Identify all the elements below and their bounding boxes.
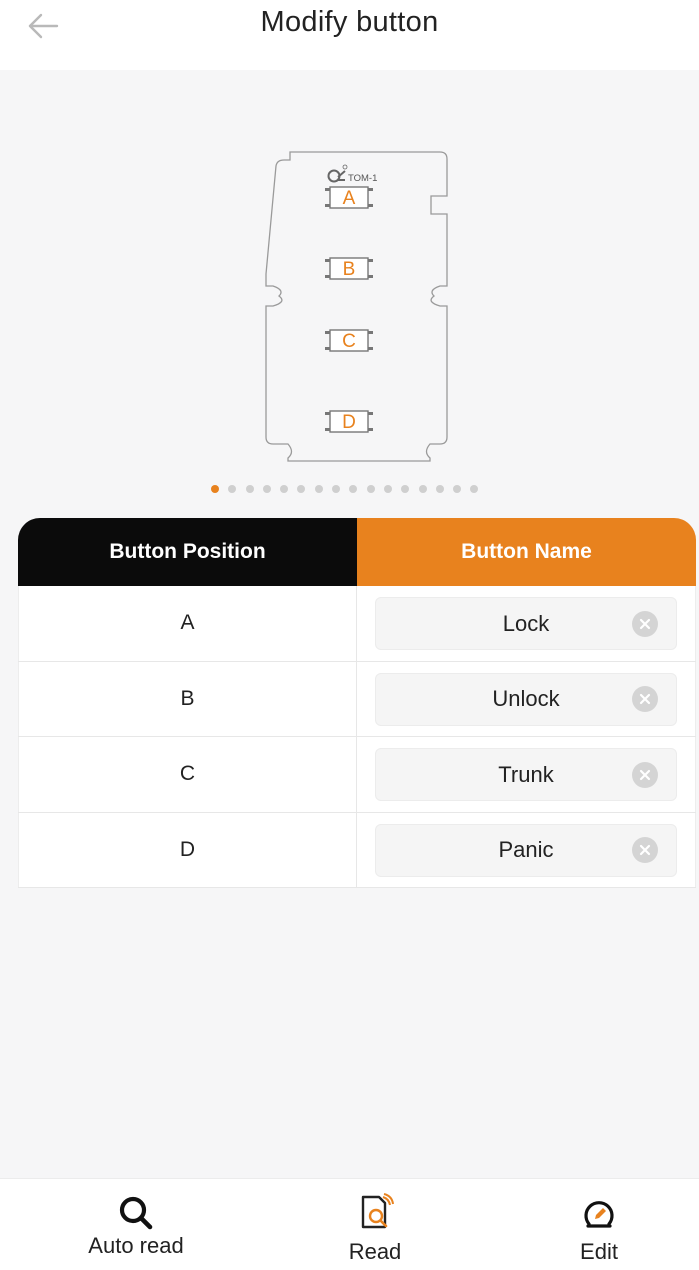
clear-circle-icon <box>639 693 651 705</box>
button-name-cell <box>357 737 696 812</box>
button-name-input[interactable] <box>376 598 676 649</box>
carousel-dot[interactable] <box>314 485 323 493</box>
button-name-cell <box>357 661 696 736</box>
button-table: Button Position Button Name A B <box>18 518 696 888</box>
carousel-dot[interactable] <box>470 485 479 493</box>
nav-read[interactable]: Read <box>305 1179 445 1270</box>
carousel-dot[interactable] <box>401 485 410 493</box>
button-name-input[interactable] <box>376 824 676 876</box>
clear-button[interactable] <box>632 761 658 788</box>
table-row: C <box>18 737 696 813</box>
key-pad-label-b: B <box>343 259 356 280</box>
edit-circle-icon <box>584 1201 614 1228</box>
key-pad-label-c: C <box>342 331 356 352</box>
key-board-illustration: TOM-1 A B C D <box>265 151 448 462</box>
carousel-dot[interactable] <box>228 485 237 493</box>
carousel-dot[interactable] <box>453 485 462 493</box>
button-name-cell <box>357 586 696 661</box>
carousel-dot[interactable] <box>418 485 427 493</box>
carousel-dot[interactable] <box>211 485 219 493</box>
page-title: Modify button <box>260 6 439 38</box>
button-name-input[interactable] <box>376 749 676 800</box>
carousel-dot[interactable] <box>280 485 289 493</box>
document-read-icon <box>361 1193 394 1229</box>
table-row: D <box>18 812 696 888</box>
clear-circle-icon <box>639 618 651 629</box>
button-name-field <box>375 823 677 877</box>
brand-logo <box>327 164 348 183</box>
carousel-indicator[interactable] <box>211 485 479 493</box>
button-position-cell: C <box>18 737 357 812</box>
carousel-dot[interactable] <box>349 485 358 493</box>
key-pad-label-d: D <box>342 412 356 433</box>
header-bar: Modify button <box>0 0 699 70</box>
button-name-field <box>375 672 677 726</box>
clear-button[interactable] <box>632 837 658 863</box>
carousel-dot[interactable] <box>383 485 392 493</box>
nav-label-read: Read <box>348 1239 402 1264</box>
clear-circle-icon <box>639 844 651 856</box>
button-position-cell: A <box>18 586 357 661</box>
table-header: Button Position Button Name <box>18 518 696 586</box>
clear-button[interactable] <box>632 610 658 637</box>
key-pad-a: A <box>325 186 373 209</box>
column-header-name: Button Name <box>357 518 696 586</box>
button-name-cell <box>357 812 696 887</box>
carousel-dot[interactable] <box>245 485 254 493</box>
bottom-nav-bar: Auto read Read Edit <box>0 1178 699 1270</box>
table-row: B <box>18 661 696 737</box>
nav-label-edit: Edit <box>580 1239 618 1264</box>
button-name-input[interactable] <box>376 673 676 725</box>
button-position-cell: B <box>18 661 357 736</box>
carousel-dot[interactable] <box>297 485 306 493</box>
nav-edit[interactable]: Edit <box>529 1179 669 1270</box>
button-name-field <box>375 748 677 801</box>
column-header-position: Button Position <box>18 518 357 586</box>
carousel-dot[interactable] <box>435 485 444 493</box>
clear-circle-icon <box>639 769 651 780</box>
clear-button[interactable] <box>632 686 658 712</box>
key-pad-d: D <box>325 410 373 433</box>
key-pad-c: C <box>325 329 373 352</box>
model-label: TOM-1 <box>348 173 377 184</box>
nav-auto-read[interactable]: Auto read <box>66 1179 206 1270</box>
carousel-dot[interactable] <box>366 485 375 493</box>
carousel-dot[interactable] <box>262 485 271 493</box>
nav-label-auto-read: Auto read <box>88 1233 184 1258</box>
table-row: A <box>18 586 696 662</box>
key-pad-label-a: A <box>343 188 356 209</box>
button-position-cell: D <box>18 812 357 887</box>
key-pad-b: B <box>325 257 373 280</box>
carousel-dot[interactable] <box>332 485 341 493</box>
search-icon <box>119 1196 153 1230</box>
button-name-field <box>375 597 677 650</box>
modify-button-screen: Modify button TOM-1 A B C D Button Posit… <box>0 0 699 1270</box>
